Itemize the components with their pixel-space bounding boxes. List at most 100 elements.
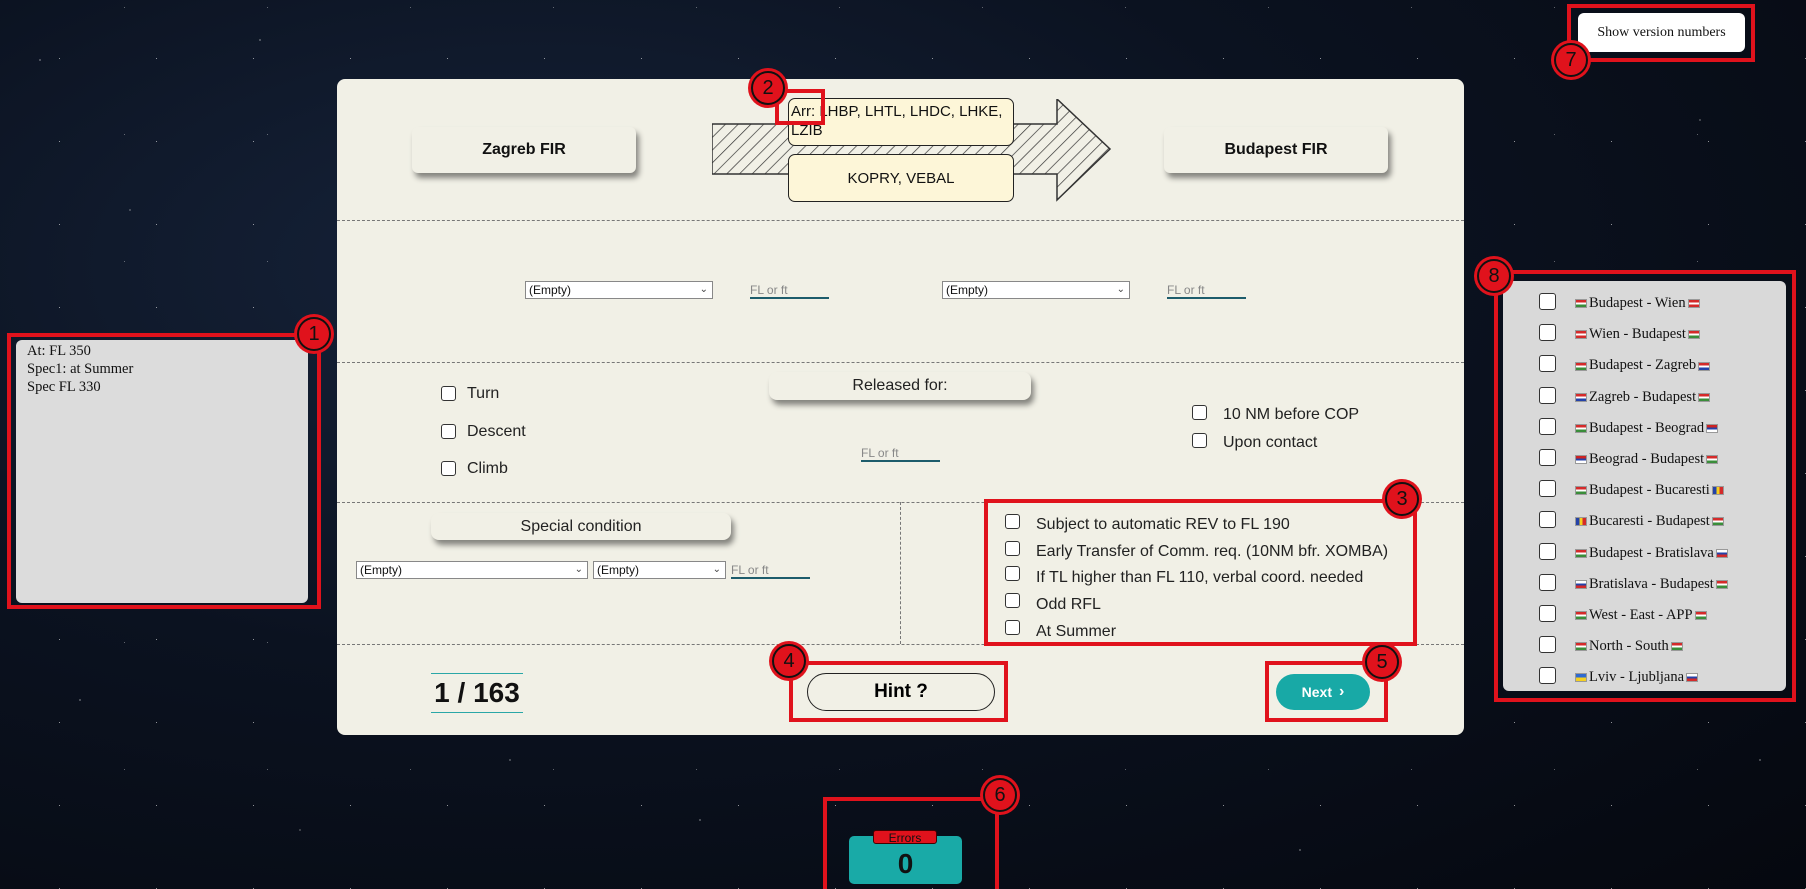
sector-label: Bucaresti - Budapest bbox=[1573, 513, 1726, 530]
flag-icon bbox=[1575, 423, 1587, 433]
sector-label-text: Wien - Budapest bbox=[1589, 326, 1686, 343]
sector-item[interactable]: Budapest - Bucaresti bbox=[1503, 474, 1786, 505]
sector-item[interactable]: North - South bbox=[1503, 630, 1786, 661]
errors-label: Errors bbox=[873, 830, 937, 845]
flag-icon bbox=[1687, 330, 1700, 340]
sector-label: Budapest - Bratislava bbox=[1573, 545, 1730, 562]
annotation-badge-2: 2 bbox=[748, 68, 788, 108]
flag-icon bbox=[1575, 548, 1587, 558]
sector-checkbox[interactable] bbox=[1539, 293, 1556, 310]
sector-label: Lviv - Ljubljana bbox=[1573, 669, 1700, 686]
sector-item[interactable]: Budapest - Beograd bbox=[1503, 412, 1786, 443]
sector-label-text: North - South bbox=[1589, 638, 1669, 655]
annotation-badge-5: 5 bbox=[1362, 642, 1402, 682]
fir-right-button[interactable]: Budapest FIR bbox=[1164, 127, 1388, 173]
sector-item[interactable]: Budapest - Wien bbox=[1503, 287, 1786, 318]
special-condition-select-1[interactable]: (Empty) ⌄ bbox=[356, 561, 588, 579]
flag-icon bbox=[1575, 361, 1587, 371]
annotation-badge-6: 6 bbox=[980, 775, 1020, 815]
sector-item[interactable]: Budapest - Zagreb bbox=[1503, 349, 1786, 380]
turn-checkbox[interactable] bbox=[441, 386, 456, 401]
entry-level-select[interactable]: (Empty) ⌄ bbox=[525, 281, 713, 299]
sector-item[interactable]: Lviv - Ljubljana bbox=[1503, 661, 1786, 692]
flag-icon bbox=[1575, 673, 1587, 683]
sector-checkbox[interactable] bbox=[1539, 636, 1556, 654]
annotation-badge-8: 8 bbox=[1474, 256, 1514, 296]
turn-label: Turn bbox=[467, 385, 500, 402]
flag-icon bbox=[1670, 642, 1683, 652]
flag-icon bbox=[1575, 330, 1587, 340]
special-condition-select-2[interactable]: (Empty) ⌄ bbox=[593, 561, 726, 579]
sector-item[interactable]: West - East - APP bbox=[1503, 599, 1786, 630]
fir-left-button[interactable]: Zagreb FIR bbox=[412, 127, 636, 173]
sector-checkbox[interactable] bbox=[1539, 511, 1556, 529]
sector-label: Budapest - Bucaresti bbox=[1573, 482, 1726, 499]
sector-checkbox[interactable] bbox=[1539, 480, 1556, 498]
exit-level-input[interactable]: FL or ft bbox=[1167, 281, 1246, 299]
upon-contact-checkbox[interactable] bbox=[1192, 433, 1207, 448]
scenario-counter: 1 / 163 bbox=[431, 673, 523, 713]
flag-icon bbox=[1575, 486, 1587, 496]
flag-icon bbox=[1706, 423, 1719, 433]
note-line: Spec FL 330 bbox=[27, 379, 101, 395]
sector-label: North - South bbox=[1573, 638, 1685, 655]
special-condition-title: Special condition bbox=[431, 513, 731, 540]
flag-icon bbox=[1711, 486, 1724, 496]
sector-checkbox[interactable] bbox=[1539, 386, 1556, 404]
descent-label: Descent bbox=[467, 423, 526, 440]
upon-contact-label: Upon contact bbox=[1223, 434, 1318, 451]
flag-icon bbox=[1715, 579, 1728, 589]
sector-label-text: Budapest - Beograd bbox=[1589, 419, 1705, 436]
sector-label: Wien - Budapest bbox=[1573, 326, 1702, 343]
flag-icon bbox=[1575, 392, 1587, 402]
transfer-points-box: KOPRY, VEBAL bbox=[788, 154, 1014, 202]
errors-counter: Errors 0 bbox=[849, 830, 962, 884]
special-level-input[interactable]: FL or ft bbox=[731, 561, 810, 579]
sector-checkbox[interactable] bbox=[1539, 604, 1556, 622]
chevron-down-icon: ⌄ bbox=[574, 564, 583, 575]
chevron-down-icon: ⌄ bbox=[712, 564, 721, 575]
sector-checkbox[interactable] bbox=[1539, 355, 1556, 373]
flag-icon bbox=[1715, 548, 1728, 558]
flag-icon bbox=[1686, 673, 1699, 683]
climb-checkbox[interactable] bbox=[441, 461, 456, 476]
release-level-input[interactable]: FL or ft bbox=[861, 444, 940, 462]
flag-icon bbox=[1698, 392, 1711, 402]
sector-item[interactable]: Wien - Budapest bbox=[1503, 318, 1786, 349]
flag-icon bbox=[1575, 611, 1587, 621]
divider-vertical bbox=[900, 502, 901, 644]
sector-label-text: Zagreb - Budapest bbox=[1589, 388, 1697, 405]
sector-label-text: Lviv - Ljubljana bbox=[1589, 669, 1685, 686]
sector-label-text: Budapest - Zagreb bbox=[1589, 357, 1697, 374]
descent-checkbox[interactable] bbox=[441, 424, 456, 439]
sector-label-text: Budapest - Wien bbox=[1589, 295, 1686, 311]
sector-label-text: Bratislava - Budapest bbox=[1589, 575, 1714, 592]
sector-checkbox[interactable] bbox=[1539, 573, 1556, 591]
flag-icon bbox=[1711, 517, 1724, 527]
sector-item[interactable]: Zagreb - Budapest bbox=[1503, 381, 1786, 412]
sector-item[interactable]: Beograd - Budapest bbox=[1503, 443, 1786, 474]
sector-label-text: Bucaresti - Budapest bbox=[1589, 513, 1710, 530]
sector-label: Bratislava - Budapest bbox=[1573, 576, 1730, 593]
sector-item[interactable]: Bucaresti - Budapest bbox=[1503, 505, 1786, 536]
sector-list: Budapest - Wien Wien - Budapest Budapest -… bbox=[1503, 281, 1786, 691]
sector-label-text: West - East - APP bbox=[1589, 606, 1693, 623]
show-version-numbers-button[interactable]: Show version numbers bbox=[1578, 13, 1745, 52]
sector-checkbox[interactable] bbox=[1539, 542, 1556, 560]
sector-checkbox[interactable] bbox=[1539, 324, 1556, 342]
note-line: Spec1: at Summer bbox=[27, 361, 134, 377]
exit-level-select[interactable]: (Empty) ⌄ bbox=[942, 281, 1130, 299]
sector-checkbox[interactable] bbox=[1539, 448, 1556, 466]
entry-level-input[interactable]: FL or ft bbox=[750, 281, 829, 299]
sector-item[interactable]: Bratislava - Budapest bbox=[1503, 568, 1786, 599]
sector-label: Zagreb - Budapest bbox=[1573, 389, 1712, 406]
sector-item[interactable]: Budapest - Bratislava bbox=[1503, 537, 1786, 568]
annotation-box-3 bbox=[984, 499, 1417, 646]
sector-checkbox[interactable] bbox=[1539, 417, 1556, 435]
sector-label-text: Beograd - Budapest bbox=[1589, 450, 1705, 467]
note-line: At: FL 350 bbox=[27, 343, 91, 359]
released-for-title: Released for: bbox=[769, 372, 1031, 400]
sector-checkbox[interactable] bbox=[1539, 667, 1556, 685]
flag-icon bbox=[1575, 455, 1587, 465]
before-cop-checkbox[interactable] bbox=[1192, 405, 1207, 420]
